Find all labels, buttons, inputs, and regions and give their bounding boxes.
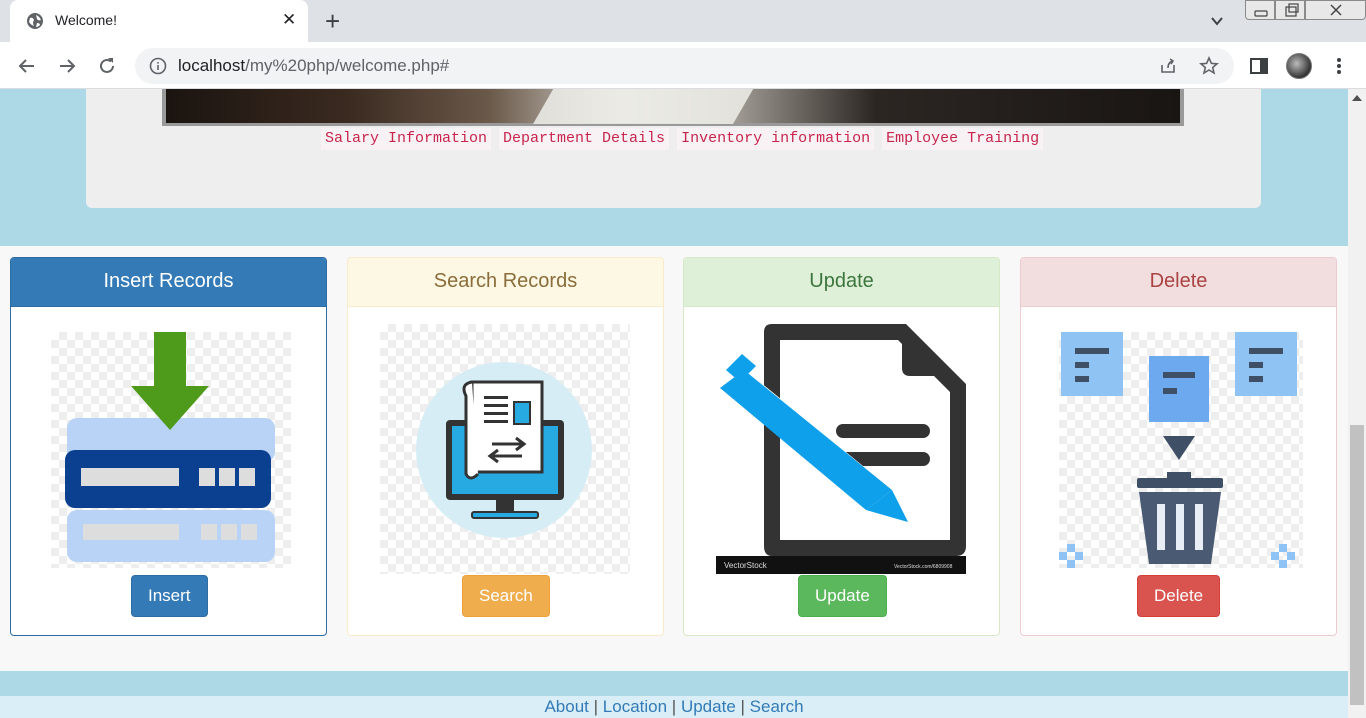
footer-nav: About | Location | Update | Search <box>0 696 1348 718</box>
vectorstock-id-watermark: VectorStock.com/6809908 <box>894 564 953 570</box>
link-inventory-information[interactable]: Inventory information <box>677 128 875 150</box>
tab-title: Welcome! <box>55 12 117 28</box>
footer-separator: | <box>740 697 745 716</box>
delete-button[interactable]: Delete <box>1137 575 1221 617</box>
tab-strip: Welcome! ✕ + <box>0 0 1366 42</box>
trash-notes-icon <box>1059 332 1303 568</box>
reload-icon[interactable] <box>96 55 118 77</box>
page-scrollbar[interactable] <box>1348 89 1366 718</box>
bookmark-star-icon[interactable] <box>1199 56 1219 76</box>
search-records-panel: Search Records Search <box>347 257 664 636</box>
insert-panel-title: Insert Records <box>11 258 326 307</box>
search-button[interactable]: Search <box>462 575 550 617</box>
chevron-down-icon[interactable] <box>1208 12 1226 30</box>
back-arrow-icon[interactable] <box>16 55 38 77</box>
info-icon[interactable] <box>149 57 167 75</box>
share-icon[interactable] <box>1158 56 1178 76</box>
forward-arrow-icon[interactable] <box>56 55 78 77</box>
footer-separator: | <box>593 697 599 716</box>
computer-document-icon <box>380 324 630 574</box>
restore-icon <box>1285 3 1299 17</box>
records-section: Insert Records Insert Search Records Sea… <box>0 246 1348 671</box>
update-panel-title: Update <box>684 258 999 307</box>
restore-button[interactable] <box>1275 0 1305 20</box>
scroll-up-arrow-icon[interactable] <box>1352 95 1362 101</box>
minimize-icon <box>1254 10 1268 17</box>
address-bar[interactable]: localhost/my%20php/welcome.php# <box>135 48 1234 84</box>
hero-image <box>162 89 1184 126</box>
update-panel: Update VectorStock VectorStock.com/68099… <box>683 257 1000 636</box>
minimize-button[interactable] <box>1245 0 1275 20</box>
header-jumbotron: Salary Information Department Details In… <box>86 89 1261 208</box>
globe-icon <box>27 13 43 29</box>
update-button[interactable]: Update <box>798 575 887 617</box>
browser-toolbar: localhost/my%20php/welcome.php# <box>0 42 1366 89</box>
footer-link-location[interactable]: Location <box>603 697 667 716</box>
footer-link-search[interactable]: Search <box>750 697 804 716</box>
insert-button[interactable]: Insert <box>131 575 208 617</box>
url-text: localhost/my%20php/welcome.php# <box>178 56 449 76</box>
new-tab-icon[interactable]: + <box>325 8 340 34</box>
profile-avatar[interactable] <box>1286 53 1312 79</box>
insert-records-panel: Insert Records Insert <box>10 257 327 636</box>
module-links: Salary Information Department Details In… <box>321 128 1044 150</box>
close-tab-icon[interactable]: ✕ <box>282 11 296 29</box>
url-host: localhost <box>178 56 246 75</box>
more-menu-icon[interactable] <box>1328 55 1350 77</box>
database-insert-icon <box>51 332 291 568</box>
vectorstock-watermark: VectorStock <box>724 561 768 570</box>
footer-link-about[interactable]: About <box>544 697 588 716</box>
close-icon <box>1330 4 1342 16</box>
footer-band <box>0 671 1348 696</box>
scrollbar-thumb[interactable] <box>1350 425 1364 705</box>
delete-panel: Delete Delete <box>1020 257 1337 636</box>
page-viewport: Salary Information Department Details In… <box>0 89 1348 718</box>
side-panel-icon[interactable] <box>1248 55 1270 77</box>
search-panel-title: Search Records <box>348 258 663 307</box>
browser-tab[interactable]: Welcome! ✕ <box>10 0 308 42</box>
link-salary-information[interactable]: Salary Information <box>321 128 492 150</box>
url-path: /my%20php/welcome.php# <box>245 56 450 75</box>
link-department-details[interactable]: Department Details <box>499 128 670 150</box>
footer-link-update[interactable]: Update <box>681 697 736 716</box>
footer-separator: | <box>671 697 677 716</box>
link-employee-training[interactable]: Employee Training <box>882 128 1044 150</box>
window-controls <box>1245 0 1366 21</box>
close-window-button[interactable] <box>1305 0 1366 20</box>
delete-panel-title: Delete <box>1021 258 1336 307</box>
document-edit-icon: VectorStock VectorStock.com/6809908 <box>716 324 966 574</box>
